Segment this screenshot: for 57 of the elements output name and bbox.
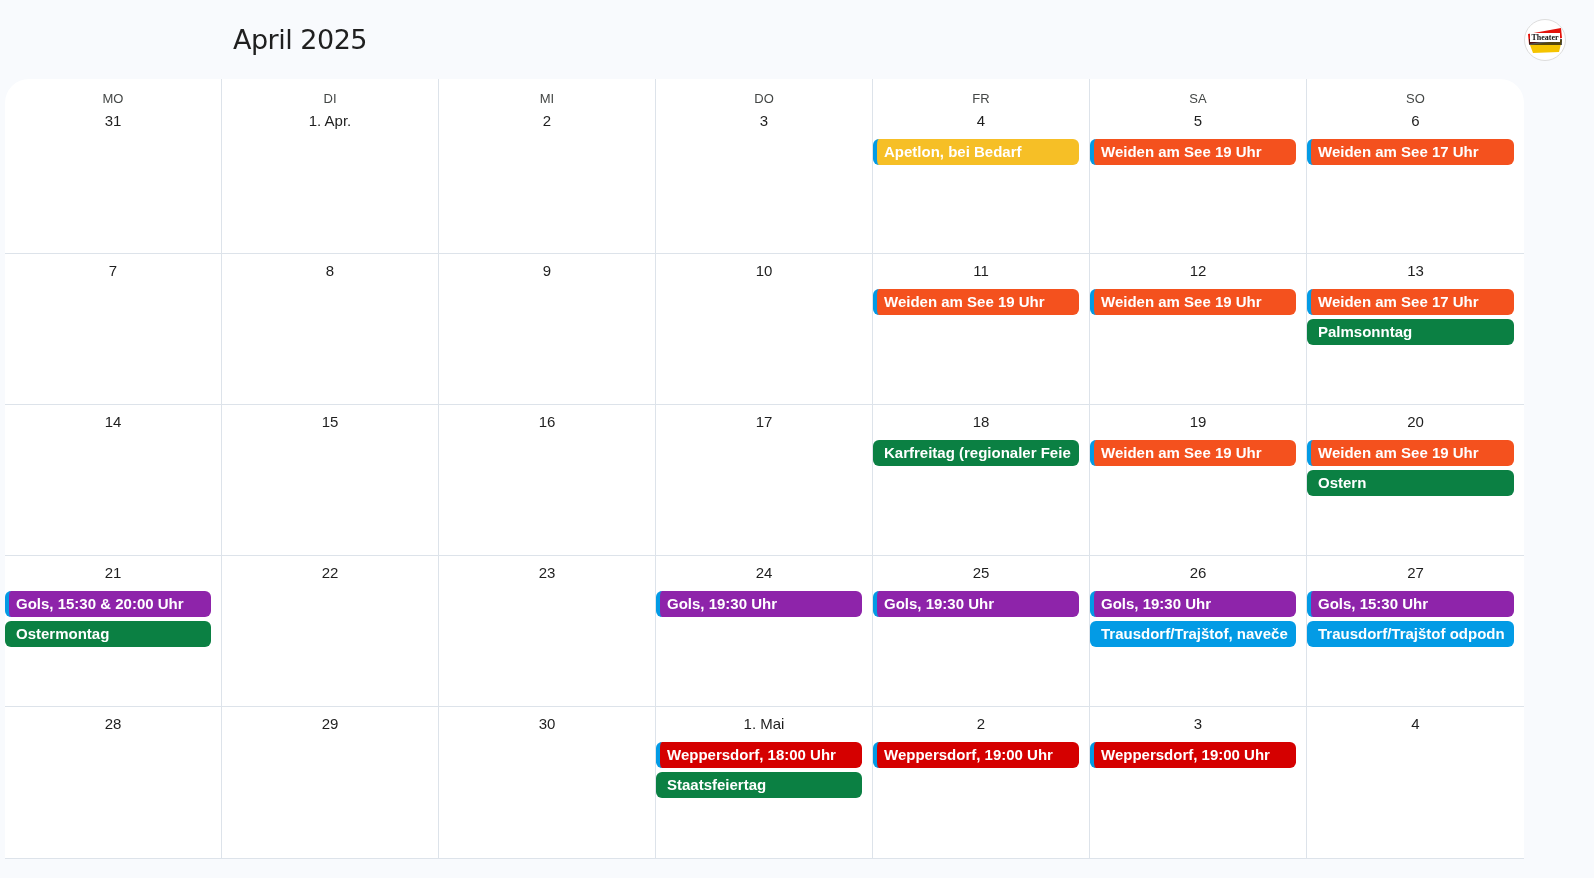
event-chip[interactable]: Weppersdorf, 19:00 Uhr: [1090, 742, 1296, 768]
event-chip[interactable]: Weppersdorf, 19:00 Uhr: [873, 742, 1079, 768]
day-number[interactable]: 3: [1090, 715, 1296, 732]
day-number[interactable]: 6: [1307, 112, 1514, 129]
day-number[interactable]: 1. Mai: [656, 715, 862, 732]
day-number[interactable]: 5: [1090, 112, 1296, 129]
day-number[interactable]: 1. Apr.: [222, 112, 428, 129]
day-number[interactable]: 10: [656, 262, 862, 279]
day-number[interactable]: 27: [1307, 564, 1514, 581]
weekday-label: SA: [1188, 91, 1208, 106]
event-chip[interactable]: Gols, 19:30 Uhr: [873, 591, 1079, 617]
day-number[interactable]: 4: [873, 112, 1079, 129]
day-number[interactable]: 31: [5, 112, 211, 129]
day-number[interactable]: 21: [5, 564, 211, 581]
day-number[interactable]: 8: [222, 262, 428, 279]
event-chip[interactable]: Ostermontag: [5, 621, 211, 647]
weekday-label: MI: [538, 91, 556, 106]
day-number[interactable]: 26: [1090, 564, 1296, 581]
day-number[interactable]: 17: [656, 413, 862, 430]
day-number[interactable]: 7: [5, 262, 211, 279]
weekday-label: SO: [1405, 91, 1426, 106]
day-number[interactable]: 13: [1307, 262, 1514, 279]
event-chip[interactable]: Ostern: [1307, 470, 1514, 496]
day-number[interactable]: 2: [439, 112, 645, 129]
day-number[interactable]: 19: [1090, 413, 1296, 430]
day-number[interactable]: 20: [1307, 413, 1514, 430]
event-chip[interactable]: Karfreitag (regionaler Feie: [873, 440, 1079, 466]
weekday-label: FR: [971, 91, 991, 106]
event-chip[interactable]: Gols, 15:30 Uhr: [1307, 591, 1514, 617]
event-chip[interactable]: Gols, 15:30 & 20:00 Uhr: [5, 591, 211, 617]
day-number[interactable]: 4: [1307, 715, 1514, 732]
weekday-label: DI: [322, 91, 338, 106]
day-number[interactable]: 30: [439, 715, 645, 732]
day-number[interactable]: 3: [656, 112, 862, 129]
day-number[interactable]: 12: [1090, 262, 1296, 279]
day-number[interactable]: 24: [656, 564, 862, 581]
day-number[interactable]: 15: [222, 413, 428, 430]
day-number[interactable]: 9: [439, 262, 645, 279]
month-title: April 2025: [233, 24, 367, 55]
event-chip[interactable]: Palmsonntag: [1307, 319, 1514, 345]
day-number[interactable]: 25: [873, 564, 1079, 581]
day-number[interactable]: 11: [873, 262, 1079, 279]
event-chip[interactable]: Gols, 19:30 Uhr: [1090, 591, 1296, 617]
day-number[interactable]: 16: [439, 413, 645, 430]
day-number[interactable]: 29: [222, 715, 428, 732]
event-chip[interactable]: Gols, 19:30 Uhr: [656, 591, 862, 617]
day-number[interactable]: 2: [873, 715, 1079, 732]
weekday-label: MO: [101, 91, 125, 106]
day-number[interactable]: 14: [5, 413, 211, 430]
theater-logo: Theater: [1524, 18, 1566, 61]
weekday-label: DO: [753, 91, 775, 106]
event-chip[interactable]: Weppersdorf, 18:00 Uhr: [656, 742, 862, 768]
event-chip[interactable]: Staatsfeiertag: [656, 772, 862, 798]
day-number[interactable]: 18: [873, 413, 1079, 430]
day-number[interactable]: 28: [5, 715, 211, 732]
day-number[interactable]: 23: [439, 564, 645, 581]
day-number[interactable]: 22: [222, 564, 428, 581]
